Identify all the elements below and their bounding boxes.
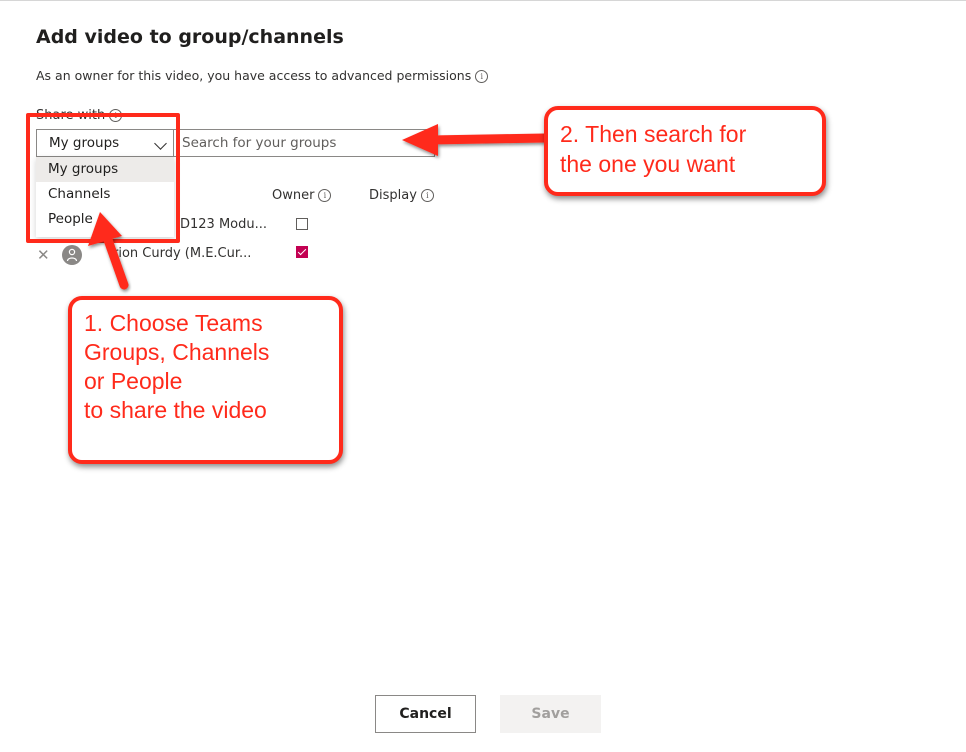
- callout-2-line: the one you want: [560, 151, 736, 177]
- save-button[interactable]: Save: [500, 695, 601, 733]
- annotation-callout-step-1: 1. Choose Teams Groups, Channels or Peop…: [68, 296, 343, 464]
- callout-2-line: 2. Then search for: [560, 121, 747, 147]
- callout-1-line: Groups, Channels: [84, 339, 270, 365]
- callout-1-line: to share the video: [84, 397, 267, 423]
- annotation-arrow-left: [402, 124, 550, 156]
- cancel-button[interactable]: Cancel: [375, 695, 476, 733]
- annotation-arrow-up: [88, 212, 129, 290]
- callout-1-line: 1. Choose Teams: [84, 310, 263, 336]
- annotation-callout-step-2: 2. Then search for the one you want: [544, 106, 826, 196]
- callout-1-line: or People: [84, 368, 183, 394]
